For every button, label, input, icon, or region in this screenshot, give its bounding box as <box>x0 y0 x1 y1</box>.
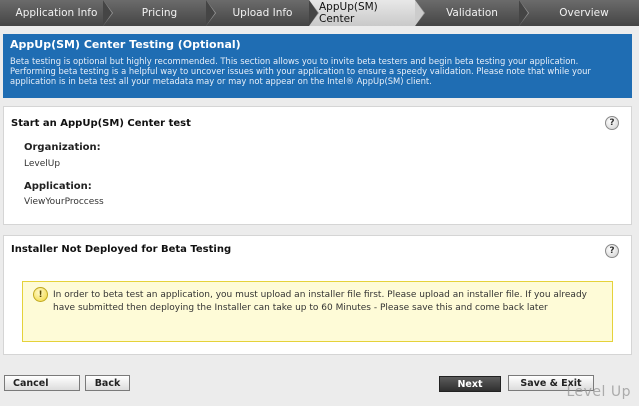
warning-notice: ! In order to beta test an application, … <box>22 281 613 342</box>
step-label: Overview <box>559 7 609 19</box>
start-test-panel: Start an AppUp(SM) Center test ? Organiz… <box>3 106 632 225</box>
step-label: Application Info <box>15 7 98 19</box>
panel-title: Installer Not Deployed for Beta Testing <box>11 244 232 255</box>
application-value: ViewYourProccess <box>24 197 104 207</box>
application-label: Application: <box>24 181 92 192</box>
cancel-button[interactable]: Cancel <box>4 375 80 391</box>
banner-title: AppUp(SM) Center Testing (Optional) <box>10 38 241 51</box>
installer-panel: Installer Not Deployed for Beta Testing … <box>3 235 632 355</box>
step-label: Validation <box>446 7 498 19</box>
organization-value: LevelUp <box>24 159 61 169</box>
step-label: Pricing <box>141 7 178 19</box>
organization-label: Organization: <box>24 142 101 153</box>
step-pricing[interactable]: Pricing <box>103 0 216 26</box>
panel-title: Start an AppUp(SM) Center test <box>11 118 191 129</box>
step-overview[interactable]: Overview <box>519 0 639 26</box>
watermark: Level Up <box>566 384 631 400</box>
banner-description: Beta testing is optional but highly reco… <box>10 56 591 86</box>
help-icon[interactable]: ? <box>605 116 619 130</box>
wizard-steps: Application Info Pricing Upload Info App… <box>0 0 639 26</box>
step-upload-info[interactable]: Upload Info <box>206 0 319 26</box>
info-banner: AppUp(SM) Center Testing (Optional) Beta… <box>3 34 632 98</box>
step-validation[interactable]: Validation <box>415 0 529 26</box>
help-icon[interactable]: ? <box>605 244 619 258</box>
next-button[interactable]: Next <box>439 376 501 392</box>
step-appup-center[interactable]: AppUp(SM) Center <box>309 0 425 26</box>
step-label: Upload Info <box>232 7 293 19</box>
notice-text: In order to beta test an application, yo… <box>53 290 587 313</box>
warning-icon: ! <box>33 287 48 302</box>
step-label: AppUp(SM) Center <box>319 1 378 25</box>
step-application-info[interactable]: Application Info <box>0 0 113 26</box>
back-button[interactable]: Back <box>85 375 130 391</box>
